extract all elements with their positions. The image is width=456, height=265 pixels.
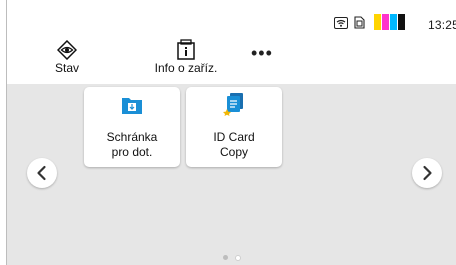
device-info-icon [177,39,195,60]
previous-page-button[interactable] [27,158,57,188]
toner-icon [374,14,408,35]
status-button[interactable]: Stav [47,34,87,75]
status-label: Stav [54,61,79,75]
chevron-left-icon [37,165,46,181]
clock: 13:25 [427,18,456,32]
device-info-label: Info o zaříz. [154,61,218,75]
app-tile-inbox[interactable]: Schránka pro dot. [84,87,180,167]
inbox-folder-icon [122,98,142,114]
next-page-button[interactable] [412,158,442,188]
more-button[interactable]: ••• [251,44,273,62]
sd-card-icon [354,16,365,34]
chevron-right-icon [423,165,432,181]
app-tile-label: Schránka pro dot. [106,130,158,159]
page-dot [235,255,241,261]
toolbar: Stav Info o zaříz. [7,34,456,84]
app-area: Schránka pro dot. ID Card Copy [7,84,456,265]
app-tile-label: ID Card Copy [213,130,255,159]
id-card-copy-icon [223,93,243,116]
eye-icon [57,40,77,60]
wifi-icon [334,16,348,34]
printer-home-screen: 13:25 Stav Info o zaříz. ••• Schránka pr… [6,0,456,265]
page-dot-active [223,255,228,260]
device-info-button[interactable]: Info o zaříz. [143,34,229,75]
app-tile-id-card-copy[interactable]: ID Card Copy [186,87,282,167]
status-bar: 13:25 [7,0,456,32]
